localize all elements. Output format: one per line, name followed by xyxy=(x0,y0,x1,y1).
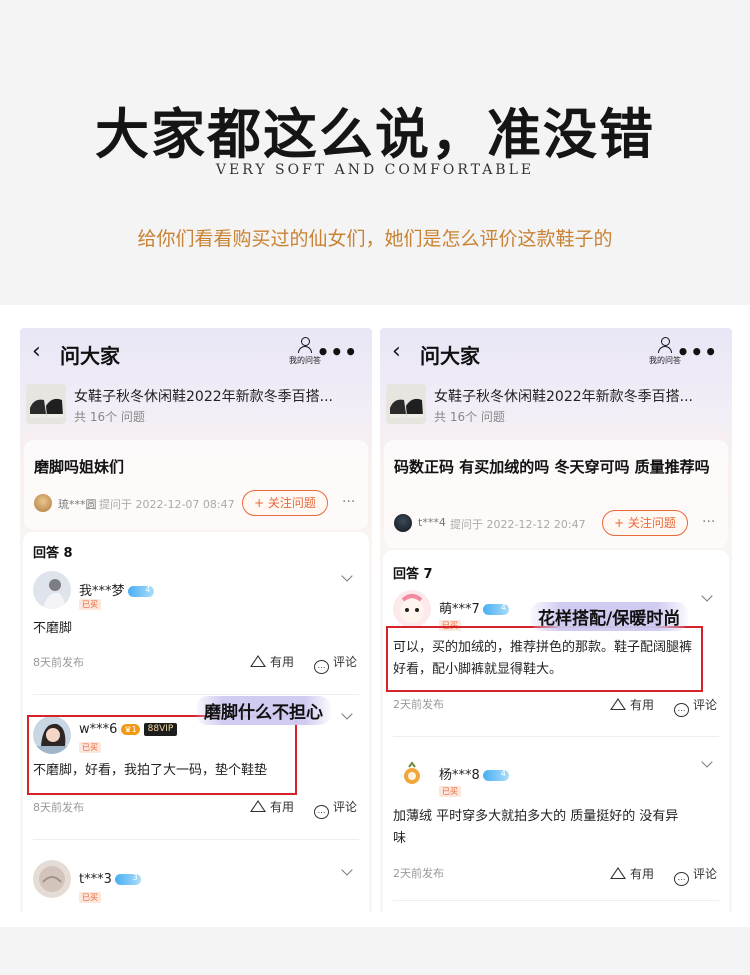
product-row[interactable]: 女鞋子秋冬休闲鞋2022年新款冬季百搭... 共 16个 问题 xyxy=(26,384,364,428)
product-thumbnail xyxy=(386,384,426,424)
user-name: 我***梦 4 xyxy=(79,580,154,599)
useful-button[interactable]: 有用 xyxy=(609,865,654,882)
answer-time: 8天前发布 xyxy=(33,801,84,814)
divider xyxy=(393,736,719,737)
answer-count: 回答 7 xyxy=(393,567,433,582)
answer-text: 加薄绒 平时穿多大就拍多大的 质量挺好的 没有异味 xyxy=(393,809,679,846)
level-badge: 4 xyxy=(127,585,154,597)
more-icon[interactable]: ••• xyxy=(317,340,358,364)
level-badge: 4 xyxy=(482,603,509,615)
asker-name: t***4 xyxy=(418,516,446,529)
comment-button[interactable]: … 评论 xyxy=(313,798,357,819)
chevron-down-icon[interactable] xyxy=(341,708,353,720)
callout-label-left: 磨脚什么不担心 xyxy=(196,696,331,725)
useful-button[interactable]: 有用 xyxy=(249,798,294,815)
nav-title: 问大家 xyxy=(420,344,480,368)
level-badge: 3 xyxy=(114,873,141,885)
divider xyxy=(33,694,359,695)
page-subtitle: VERY SOFT AND COMFORTABLE xyxy=(215,162,535,178)
comment-icon: … xyxy=(313,660,329,674)
highlight-box-right xyxy=(386,626,703,692)
question-text: 磨脚吗姐妹们 xyxy=(34,458,125,476)
highlight-box-left xyxy=(27,715,297,795)
product-title: 女鞋子秋冬休闲鞋2022年新款冬季百搭... xyxy=(434,389,693,405)
user-avatar xyxy=(393,590,431,628)
user-name: 杨***8 4 xyxy=(439,764,509,783)
more-icon[interactable]: ••• xyxy=(677,340,718,364)
answer-time: 2天前发布 xyxy=(393,867,444,880)
phone-screenshot-left: ‹ 问大家 我的问答 ••• 女鞋子秋冬休闲鞋2022年新款冬季百搭... 共 … xyxy=(20,328,372,913)
chevron-down-icon[interactable] xyxy=(701,590,713,602)
thumb-up-icon xyxy=(609,698,626,710)
user-avatar xyxy=(33,860,71,898)
answer-time: 2天前发布 xyxy=(393,698,444,711)
thumb-up-icon xyxy=(249,655,266,667)
question-card: 磨脚吗姐妹们 琉***圆 提问于 2022-12-07 08:47 + 关注问题… xyxy=(24,440,368,530)
comment-icon: … xyxy=(313,805,329,819)
level-badge: 4 xyxy=(482,769,509,781)
follow-question-button[interactable]: + 关注问题 xyxy=(602,510,688,536)
nav-bar: ‹ 问大家 我的问答 ••• xyxy=(380,328,732,378)
answer-count: 回答 8 xyxy=(33,546,73,561)
chevron-down-icon[interactable] xyxy=(701,756,713,768)
nav-title: 问大家 xyxy=(60,344,120,368)
question-count: 共 16个 问题 xyxy=(74,410,145,424)
asked-date: 提问于 2022-12-12 20:47 xyxy=(450,518,586,531)
back-icon[interactable]: ‹ xyxy=(392,341,406,363)
asker-name: 琉***圆 xyxy=(58,498,97,511)
nav-bar: ‹ 问大家 我的问答 ••• xyxy=(20,328,372,378)
thumb-up-icon xyxy=(249,800,266,812)
bought-tag: 已买 xyxy=(439,786,461,797)
comment-icon: … xyxy=(673,872,689,886)
user-avatar xyxy=(393,756,431,794)
asker-avatar xyxy=(394,514,412,532)
asker-avatar xyxy=(34,494,52,512)
useful-button[interactable]: 有用 xyxy=(249,653,294,670)
user-name: t***3 3 xyxy=(79,872,141,887)
more-dots-icon[interactable]: ··· xyxy=(702,514,715,530)
thumb-up-icon xyxy=(609,867,626,879)
page-lead: 给你们看看购买过的仙女们，她们是怎么评价这款鞋子的 xyxy=(137,228,613,250)
user-avatar xyxy=(33,571,71,609)
comment-button[interactable]: … 评论 xyxy=(673,865,717,886)
answer-text: 不磨脚 xyxy=(33,621,73,636)
follow-question-button[interactable]: + 关注问题 xyxy=(242,490,328,516)
back-icon[interactable]: ‹ xyxy=(32,341,46,363)
divider xyxy=(393,900,719,901)
comment-button[interactable]: … 评论 xyxy=(673,696,717,717)
chevron-down-icon[interactable] xyxy=(341,570,353,582)
question-count: 共 16个 问题 xyxy=(434,410,505,424)
page-title: 大家都这么说，准没错 xyxy=(95,103,655,166)
more-dots-icon[interactable]: ··· xyxy=(342,494,355,510)
comment-button[interactable]: … 评论 xyxy=(313,653,357,674)
asked-date: 提问于 2022-12-07 08:47 xyxy=(99,498,235,511)
product-thumbnail xyxy=(26,384,66,424)
callout-label-right: 花样搭配/保暖时尚 xyxy=(530,602,689,631)
comment-icon: … xyxy=(673,703,689,717)
product-row[interactable]: 女鞋子秋冬休闲鞋2022年新款冬季百搭... 共 16个 问题 xyxy=(386,384,724,428)
bought-tag: 已买 xyxy=(79,892,101,903)
question-card: 码数正码 有买加绒的吗 冬天穿可吗 质量推荐吗 t***4 提问于 2022-1… xyxy=(384,440,728,548)
bought-tag: 已买 xyxy=(79,599,101,610)
chevron-down-icon[interactable] xyxy=(341,864,353,876)
question-text: 码数正码 有买加绒的吗 冬天穿可吗 质量推荐吗 xyxy=(394,458,710,476)
user-name: 萌***7 4 xyxy=(439,598,509,617)
product-title: 女鞋子秋冬休闲鞋2022年新款冬季百搭... xyxy=(74,389,333,405)
person-icon xyxy=(658,337,672,353)
answer-time: 8天前发布 xyxy=(33,656,84,669)
person-icon xyxy=(298,337,312,353)
useful-button[interactable]: 有用 xyxy=(609,696,654,713)
divider xyxy=(33,839,359,840)
